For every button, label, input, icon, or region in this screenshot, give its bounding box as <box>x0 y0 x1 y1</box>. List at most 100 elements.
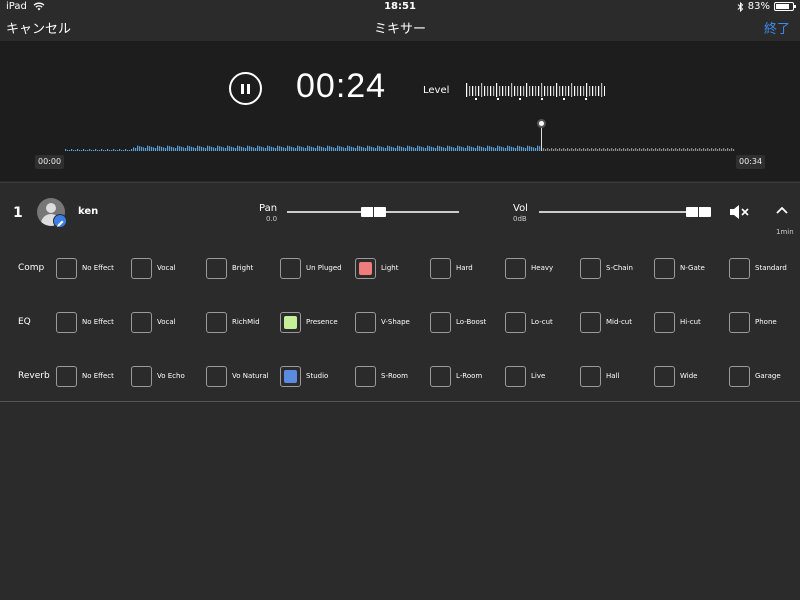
comp-option-n-gate[interactable]: N-Gate <box>654 257 705 279</box>
reverb-checkbox[interactable] <box>729 365 750 387</box>
eq-checkbox[interactable] <box>580 311 601 333</box>
reverb-checkbox[interactable] <box>430 365 451 387</box>
eq-option-hi-cut[interactable]: Hi-cut <box>654 311 701 333</box>
comp-checkbox[interactable] <box>580 257 601 279</box>
comp-option-light[interactable]: Light <box>355 257 398 279</box>
waveform-bar <box>587 148 589 151</box>
reverb-checkbox[interactable] <box>505 365 526 387</box>
waveform-bar <box>65 149 67 151</box>
reverb-checkbox[interactable] <box>654 365 675 387</box>
comp-option-s-chain[interactable]: S-Chain <box>580 257 633 279</box>
eq-checkbox[interactable] <box>729 311 750 333</box>
waveform-bar <box>625 149 627 151</box>
eq-option-lo-cut[interactable]: Lo-cut <box>505 311 553 333</box>
pan-slider-handle[interactable] <box>361 207 386 217</box>
waveform-bar <box>113 149 115 151</box>
comp-checkbox[interactable] <box>729 257 750 279</box>
eq-option-mid-cut[interactable]: Mid-cut <box>580 311 632 333</box>
comp-option-hard[interactable]: Hard <box>430 257 473 279</box>
comp-checkbox[interactable] <box>131 257 152 279</box>
eq-label: EQ <box>18 317 31 327</box>
waveform-bar <box>333 147 335 151</box>
reverb-option-studio[interactable]: Studio <box>280 365 328 387</box>
eq-checkbox[interactable] <box>430 311 451 333</box>
waveform-bar <box>301 146 303 151</box>
reverb-option-hall[interactable]: Hall <box>580 365 619 387</box>
reverb-checkbox[interactable] <box>355 365 376 387</box>
comp-checkbox[interactable] <box>280 257 301 279</box>
eq-checkbox[interactable] <box>56 311 77 333</box>
reverb-checkbox[interactable] <box>131 365 152 387</box>
waveform-bar <box>239 146 241 151</box>
eq-checkbox[interactable] <box>206 311 227 333</box>
timeline-scrubber[interactable] <box>65 119 735 153</box>
status-right: 83% <box>737 1 796 12</box>
eq-option-vocal[interactable]: Vocal <box>131 311 176 333</box>
waveform-bar <box>677 149 679 151</box>
reverb-option-label: Vo Natural <box>232 372 269 380</box>
waveform-bar <box>469 146 471 151</box>
comp-option-heavy[interactable]: Heavy <box>505 257 553 279</box>
eq-checkbox[interactable] <box>131 311 152 333</box>
waveform <box>65 145 735 151</box>
comp-option-vocal[interactable]: Vocal <box>131 257 176 279</box>
waveform-bar <box>313 147 315 151</box>
waveform-bar <box>581 149 583 151</box>
reverb-option-l-room[interactable]: L-Room <box>430 365 482 387</box>
volume-slider-handle[interactable] <box>686 207 711 217</box>
reverb-option-vo-echo[interactable]: Vo Echo <box>131 365 185 387</box>
waveform-bar <box>385 148 387 151</box>
reverb-option-vo-natural[interactable]: Vo Natural <box>206 365 269 387</box>
eq-checkbox[interactable] <box>505 311 526 333</box>
comp-option-bright[interactable]: Bright <box>206 257 253 279</box>
comp-checkbox[interactable] <box>430 257 451 279</box>
waveform-bar <box>163 147 165 151</box>
waveform-bar <box>143 147 145 151</box>
waveform-bar <box>363 147 365 151</box>
eq-option-no-effect[interactable]: No Effect <box>56 311 114 333</box>
comp-checkbox[interactable] <box>56 257 77 279</box>
reverb-option-wide[interactable]: Wide <box>654 365 697 387</box>
waveform-bar <box>413 147 415 151</box>
chevron-up-icon[interactable] <box>775 205 789 215</box>
comp-option-standard[interactable]: Standard <box>729 257 787 279</box>
comp-option-no-effect[interactable]: No Effect <box>56 257 114 279</box>
eq-checkbox[interactable] <box>280 311 301 333</box>
reverb-checkbox[interactable] <box>280 365 301 387</box>
waveform-bar <box>277 145 279 151</box>
waveform-bar <box>471 146 473 151</box>
waveform-bar <box>335 148 337 151</box>
waveform-bar <box>709 149 711 151</box>
reverb-option-live[interactable]: Live <box>505 365 545 387</box>
comp-checkbox[interactable] <box>505 257 526 279</box>
waveform-bar <box>201 146 203 151</box>
pause-button[interactable] <box>229 72 262 105</box>
eq-option-richmid[interactable]: RichMid <box>206 311 260 333</box>
waveform-bar <box>689 149 691 151</box>
reverb-checkbox[interactable] <box>580 365 601 387</box>
done-button[interactable]: 終了 <box>764 18 790 37</box>
reverb-option-s-room[interactable]: S-Room <box>355 365 408 387</box>
comp-option-un-pluged[interactable]: Un Pluged <box>280 257 342 279</box>
reverb-checkbox[interactable] <box>56 365 77 387</box>
eq-option-v-shape[interactable]: V-Shape <box>355 311 410 333</box>
comp-checkbox[interactable] <box>654 257 675 279</box>
waveform-bar <box>615 148 617 151</box>
reverb-option-garage[interactable]: Garage <box>729 365 781 387</box>
waveform-bar <box>375 148 377 151</box>
reverb-checkbox[interactable] <box>206 365 227 387</box>
comp-checkbox[interactable] <box>355 257 376 279</box>
comp-option-label: Vocal <box>157 264 176 272</box>
eq-option-phone[interactable]: Phone <box>729 311 777 333</box>
eq-option-lo-boost[interactable]: Lo-Boost <box>430 311 486 333</box>
comp-checkbox[interactable] <box>206 257 227 279</box>
level-tick <box>499 86 501 96</box>
playhead-handle[interactable] <box>537 119 546 128</box>
waveform-bar <box>299 146 301 151</box>
eq-option-presence[interactable]: Presence <box>280 311 338 333</box>
waveform-bar <box>705 149 707 151</box>
eq-checkbox[interactable] <box>355 311 376 333</box>
reverb-option-no-effect[interactable]: No Effect <box>56 365 114 387</box>
mute-icon[interactable] <box>729 204 749 220</box>
eq-checkbox[interactable] <box>654 311 675 333</box>
